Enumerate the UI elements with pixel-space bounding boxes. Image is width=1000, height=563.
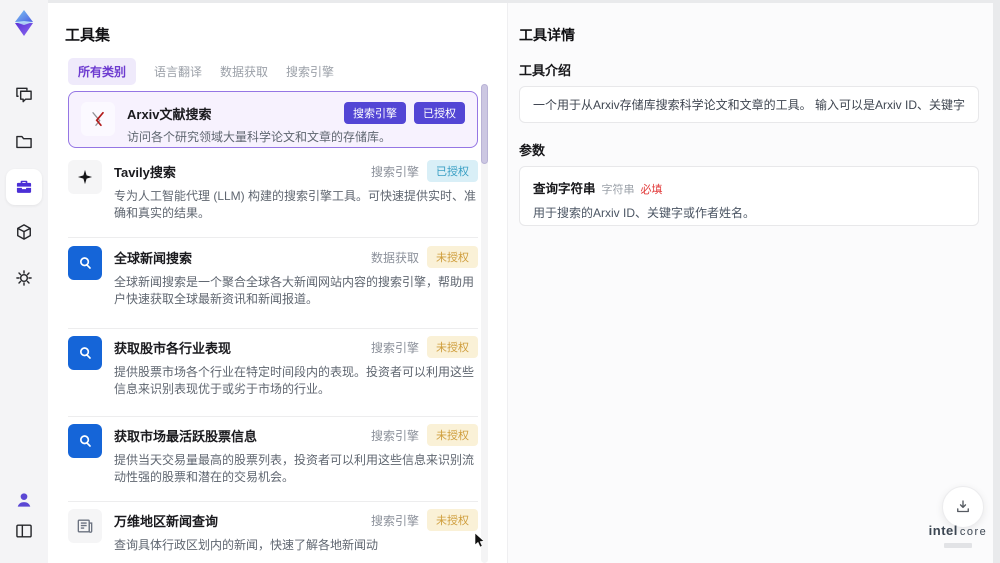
right-edge [993,0,1000,563]
sidebar-item-toolbox-active[interactable] [6,169,42,205]
core-logo-text: core [959,526,988,538]
tool-status-badge: 未授权 [427,336,478,358]
tool-details-panel: 工具详情 工具介绍 一个用于从Arxiv存储库搜索科学论文和文章的工具。 输入可… [507,3,993,563]
tab-all-categories[interactable]: 所有类别 [68,58,137,85]
tool-status-badge: 已授权 [427,160,478,182]
params-heading: 参数 [519,143,546,158]
list-scrollbar-thumb[interactable] [481,84,488,164]
tool-category: 搜索引擎 [370,429,419,443]
intel-core-logo: intel core [927,522,989,548]
logo-underline [944,543,972,548]
tab-search-engine[interactable]: 搜索引擎 [286,58,334,85]
cube-icon[interactable] [14,222,34,242]
tab-language-translation[interactable]: 语言翻译 [154,58,202,85]
folder-icon[interactable] [14,132,34,152]
row-divider [68,328,478,329]
stock-search-icon [68,336,102,370]
newspaper-icon [68,509,102,543]
tab-data-fetching[interactable]: 数据获取 [220,58,268,85]
settings-gear-icon[interactable] [14,268,34,288]
row-divider [68,237,478,238]
category-tabs: 所有类别 语言翻译 数据获取 搜索引擎 [68,58,334,85]
param-type: 字符串 [601,184,635,196]
details-title: 工具详情 [519,27,575,43]
intro-text: 一个用于从Arxiv存储库搜索科学论文和文章的工具。 输入可以是Arxiv ID… [533,98,965,112]
stock-search-icon [68,424,102,458]
tool-row-tavily[interactable]: Tavily搜索 搜索引擎 已授权 专为人工智能代理 (LLM) 构建的搜索引擎… [68,160,478,222]
news-search-icon [68,246,102,280]
tool-row-active-stocks[interactable]: 获取市场最活跃股票信息 搜索引擎 未授权 提供当天交易量最高的股票列表，投资者可… [68,424,478,486]
arxiv-icon [81,102,115,136]
row-divider [68,416,478,417]
tavily-star-icon [68,160,102,194]
tool-category: 搜索引擎 [370,341,419,355]
tool-row-sector-performance[interactable]: 获取股市各行业表现 搜索引擎 未授权 提供股票市场各个行业在特定时间段内的表现。… [68,336,478,398]
sidebar [0,0,48,563]
tool-category-badge: 搜索引擎 [344,102,406,124]
toolbox-icon [16,180,32,193]
tool-description: 提供当天交易量最高的股票列表，投资者可以利用这些信息来识别流动性强的股票和潜在的… [114,453,475,484]
tool-title: 万维地区新闻查询 [114,514,219,529]
tool-status-badge: 已授权 [414,102,465,124]
intel-logo-text: intel [928,523,958,538]
param-description: 用于搜索的Arxiv ID、关键字或作者姓名。 [533,206,756,220]
tool-row-arxiv-selected[interactable]: Arxiv文献搜索 搜索引擎 已授权 访问各个研究领域大量科学论文和文章的存储库… [68,91,478,148]
tool-row-regional-news[interactable]: 万维地区新闻查询 搜索引擎 未授权 查询具体行政区划内的新闻，快速了解各地新闻动 [68,509,478,554]
intro-box: 一个用于从Arxiv存储库搜索科学论文和文章的工具。 输入可以是Arxiv ID… [519,86,979,123]
tool-title: 获取股市各行业表现 [114,341,232,356]
chat-icon[interactable] [14,85,34,105]
row-divider [68,501,478,502]
tool-title: Arxiv文献搜索 [127,107,212,122]
tool-status-badge: 未授权 [427,246,478,268]
tool-status-badge: 未授权 [427,424,478,446]
tool-category: 搜索引擎 [370,165,419,179]
user-avatar-icon[interactable] [14,490,34,510]
param-box: 查询字符串 字符串 必填 用于搜索的Arxiv ID、关键字或作者姓名。 [519,166,979,226]
download-icon [957,500,969,513]
tool-status-badge: 未授权 [427,509,478,531]
param-required-label: 必填 [640,184,663,196]
list-scrollbar-track[interactable] [481,84,488,563]
intro-heading: 工具介绍 [519,63,572,78]
tool-description: 全球新闻搜索是一个聚合全球各大新闻网站内容的搜索引擎，帮助用户快速获取全球最新资… [114,275,475,306]
tool-title: Tavily搜索 [114,165,176,180]
tool-description: 专为人工智能代理 (LLM) 构建的搜索引擎工具。可快速提供实时、准确和真实的结… [114,189,477,220]
tool-description: 提供股票市场各个行业在特定时间段内的表现。投资者可以利用这些信息来识别表现优于或… [114,365,475,396]
app-window: 工具集 所有类别 语言翻译 数据获取 搜索引擎 Arxiv文献搜索 搜索引擎 已… [0,0,1000,563]
app-logo-icon[interactable] [9,8,39,38]
mouse-cursor [474,532,485,553]
panel-toggle-icon[interactable] [14,521,34,541]
page-title: 工具集 [65,27,111,44]
tool-category: 搜索引擎 [370,514,419,528]
tool-description: 查询具体行政区划内的新闻，快速了解各地新闻动 [114,538,379,552]
tool-description: 访问各个研究领域大量科学论文和文章的存储库。 [127,130,392,144]
tool-row-global-news[interactable]: 全球新闻搜索 数据获取 未授权 全球新闻搜索是一个聚合全球各大新闻网站内容的搜索… [68,246,478,308]
tool-title: 全球新闻搜索 [114,251,193,266]
param-name: 查询字符串 [533,182,596,196]
tool-category: 数据获取 [370,251,419,265]
tool-title: 获取市场最活跃股票信息 [114,429,258,444]
